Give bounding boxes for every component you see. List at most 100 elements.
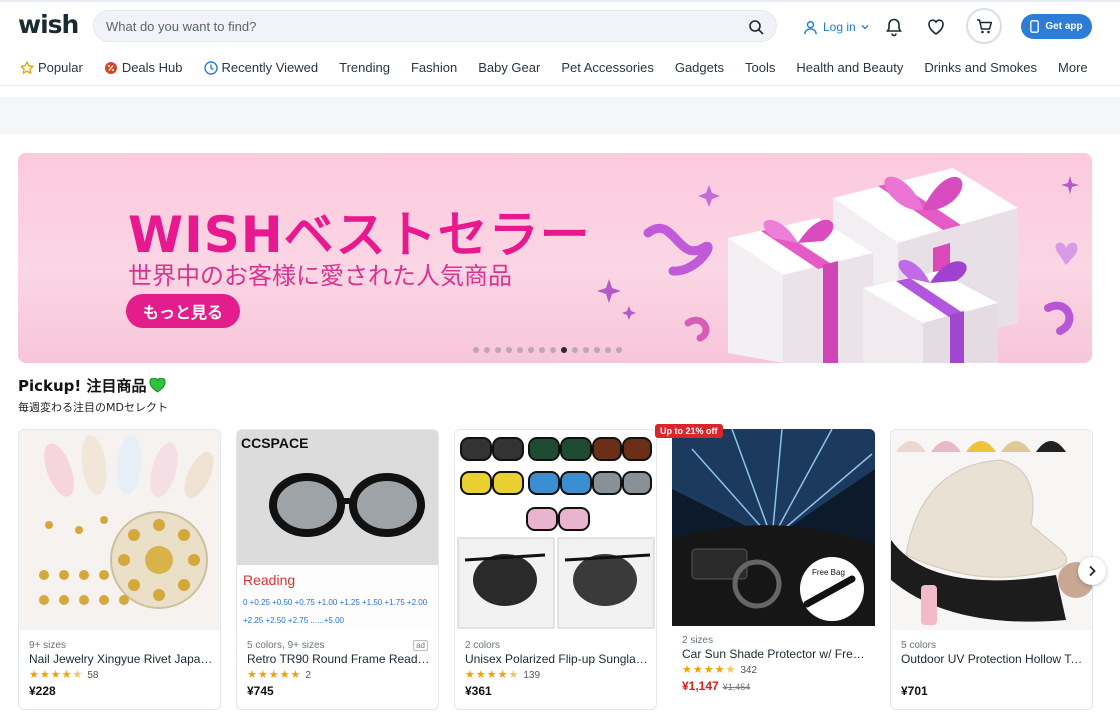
header: wish Log in Get app xyxy=(0,0,1120,50)
ad-badge: ad xyxy=(413,640,428,651)
chevron-down-icon xyxy=(861,25,869,30)
diopter-text-1: 0 +0.25 +0.50 +0.75 +1.00 +1.25 +1.50 +1… xyxy=(243,598,428,607)
nav-label: Drinks and Smokes xyxy=(924,60,1038,75)
carousel-dot[interactable] xyxy=(550,347,556,353)
nav-item-baby-gear[interactable]: Baby Gear xyxy=(478,60,540,75)
carousel-next-button[interactable] xyxy=(1078,557,1106,585)
announcement-strip xyxy=(0,97,1120,134)
product-rating: ★★★★★ 139 xyxy=(465,669,541,681)
carousel-dot[interactable] xyxy=(616,347,622,353)
nav-item-recently-viewed[interactable]: Recently Viewed xyxy=(203,60,319,75)
cart-button[interactable] xyxy=(966,8,1002,44)
nav-label: Deals Hub xyxy=(121,60,183,75)
green-heart-icon xyxy=(149,378,166,393)
product-variants: 9+ sizes xyxy=(29,640,66,651)
nav-item-gadgets[interactable]: Gadgets xyxy=(675,60,724,75)
banner-subtitle: 世界中のお客様に愛された人気商品 xyxy=(128,262,512,290)
product-rating: ★★★★★ 2 xyxy=(247,669,311,681)
heart-icon[interactable] xyxy=(926,17,946,37)
carousel-dot[interactable] xyxy=(561,347,567,353)
banner-see-more-button[interactable]: もっと見る xyxy=(126,294,240,328)
product-name[interactable]: Car Sun Shade Protector w/ Free Bag xyxy=(682,647,867,661)
product-name[interactable]: Outdoor UV Protection Hollow Top Hat xyxy=(901,652,1086,666)
section-title: Pickup! 注目商品 xyxy=(18,375,166,396)
product-image: Free Bag xyxy=(672,429,875,626)
search-input[interactable] xyxy=(106,11,726,41)
nav-label: Fashion xyxy=(410,60,458,75)
carousel-dot[interactable] xyxy=(572,347,578,353)
carousel-dot[interactable] xyxy=(539,347,545,353)
product-price: ¥228 xyxy=(29,684,56,698)
product-variants: 2 sizes xyxy=(682,635,714,646)
carousel-dot[interactable] xyxy=(528,347,534,353)
product-card[interactable]: 9+ sizes Nail Jewelry Xingyue Rivet Japa… xyxy=(18,429,221,710)
sale-price: ¥1,147 xyxy=(682,679,719,693)
product-card[interactable]: Free Bag 2 sizes Car Sun Shade Protector… xyxy=(672,429,875,710)
carousel-dot[interactable] xyxy=(473,347,479,353)
nav-item-more[interactable]: More xyxy=(1058,60,1088,75)
review-count: 342 xyxy=(740,665,758,676)
nav-item-drinks-and-smokes[interactable]: Drinks and Smokes xyxy=(924,60,1037,75)
carousel-dot[interactable] xyxy=(495,347,501,353)
product-rating: ★★★★★ 342 xyxy=(682,664,758,676)
carousel-dot[interactable] xyxy=(583,347,589,353)
product-price: ¥745 xyxy=(247,684,274,698)
product-name[interactable]: Nail Jewelry Xingyue Rivet Japanese Styl… xyxy=(29,652,214,666)
product-variants: 5 colors xyxy=(901,640,937,651)
product-price: ¥701 xyxy=(901,684,928,698)
nav-item-deals-hub[interactable]: Deals Hub xyxy=(104,60,183,75)
carousel-dots[interactable] xyxy=(473,347,622,353)
product-variants: 2 colors xyxy=(465,640,501,651)
carousel-dot[interactable] xyxy=(484,347,490,353)
promo-banner[interactable]: WISHベストセラー 世界中のお客様に愛された人気商品 もっと見る xyxy=(18,153,1092,363)
bell-icon[interactable] xyxy=(884,17,904,37)
nav-label: Health and Beauty xyxy=(796,60,904,75)
discount-badge: Up to 21% off xyxy=(655,424,723,438)
wish-logo[interactable]: wish xyxy=(18,10,79,39)
product-variants: 5 colors, 9+ sizes xyxy=(247,640,325,651)
star-icon xyxy=(20,60,34,74)
carousel-dot[interactable] xyxy=(517,347,523,353)
product-card[interactable]: 5 colors Outdoor UV Protection Hollow To… xyxy=(890,429,1093,710)
original-price: ¥1,464 xyxy=(722,682,751,692)
review-count: 2 xyxy=(305,670,311,681)
carousel-dot[interactable] xyxy=(605,347,611,353)
diopter-text-2: +2.25 +2.50 +2.75 ......+5.00 xyxy=(243,616,345,625)
product-name[interactable]: Unisex Polarized Flip-up Sunglasses Clip xyxy=(465,652,650,666)
category-nav: Popular Deals Hub Recently Viewed Trendi… xyxy=(0,50,1120,86)
get-app-button[interactable]: Get app xyxy=(1021,14,1092,39)
nav-label: More xyxy=(1058,60,1088,75)
nav-label: Trending xyxy=(339,60,390,75)
nav-item-popular[interactable]: Popular xyxy=(20,60,83,75)
login-label: Log in xyxy=(823,20,856,34)
clock-icon xyxy=(203,60,218,75)
nav-label: Recently Viewed xyxy=(221,60,319,75)
product-name[interactable]: Retro TR90 Round Frame Reading Glasses xyxy=(247,652,432,666)
search-bar[interactable] xyxy=(93,10,777,42)
gift-boxes-illustration xyxy=(597,168,1079,363)
nav-item-pet-accessories[interactable]: Pet Accessories xyxy=(561,60,654,75)
nav-item-trending[interactable]: Trending xyxy=(339,60,390,75)
nav-item-fashion[interactable]: Fashion xyxy=(411,60,457,75)
nav-item-health-and-beauty[interactable]: Health and Beauty xyxy=(796,60,903,75)
product-image xyxy=(19,430,220,630)
login-button[interactable]: Log in xyxy=(803,16,869,38)
search-icon[interactable] xyxy=(748,19,764,35)
nav-label: Pet Accessories xyxy=(561,60,654,75)
product-card[interactable]: 2 colors Unisex Polarized Flip-up Sungla… xyxy=(454,429,657,710)
nav-label: Baby Gear xyxy=(478,60,541,75)
product-image: CCSPACE Reading 0 +0.25 +0.50 +0.75 +1.0… xyxy=(237,430,438,630)
review-count: 139 xyxy=(523,670,541,681)
nav-item-tools[interactable]: Tools xyxy=(745,60,775,75)
product-card[interactable]: CCSPACE Reading 0 +0.25 +0.50 +0.75 +1.0… xyxy=(236,429,439,710)
product-carousel: 9+ sizes Nail Jewelry Xingyue Rivet Japa… xyxy=(18,429,1098,720)
product-image xyxy=(891,430,1092,630)
get-app-label: Get app xyxy=(1045,21,1083,32)
section-title-text: Pickup! 注目商品 xyxy=(18,377,147,395)
nav-label: Gadgets xyxy=(674,60,724,75)
free-bag-text: Free Bag xyxy=(812,568,845,577)
product-image xyxy=(455,430,656,630)
nav-label: Popular xyxy=(38,60,83,75)
carousel-dot[interactable] xyxy=(594,347,600,353)
carousel-dot[interactable] xyxy=(506,347,512,353)
